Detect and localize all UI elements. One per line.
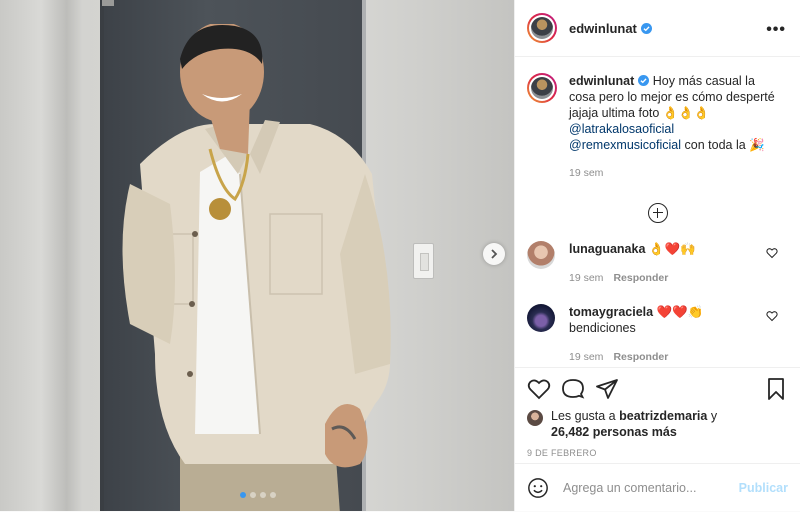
mention-link[interactable]: @latrakalosaoficial (569, 121, 775, 137)
photo-hinge (102, 0, 114, 6)
reply-button[interactable]: Responder (613, 351, 668, 363)
post-side-panel: edwinlunat ••• edwinlunat Hoy más casual… (514, 0, 800, 511)
mention-link[interactable]: @remexmusicoficial (569, 138, 681, 152)
likes-prefix: Les gusta a (551, 409, 616, 423)
comments-list: edwinlunat Hoy más casual la cosa pero l… (515, 57, 800, 367)
caption-avatar[interactable] (527, 73, 557, 103)
add-comment-bar: Agrega un comentario... Publicar (515, 463, 800, 512)
comment-input[interactable]: Agrega un comentario... (563, 481, 739, 495)
verified-icon (640, 22, 652, 34)
carousel-indicator (240, 492, 276, 498)
photo-person (122, 24, 391, 511)
load-more-comments[interactable] (527, 203, 788, 223)
comment-icon[interactable] (561, 377, 585, 401)
carousel-dot (270, 492, 276, 498)
likes-summary: Les gusta a beatrizdemaria y 26,482 pers… (515, 408, 800, 440)
carousel-dot (240, 492, 246, 498)
load-more-icon[interactable] (647, 203, 668, 223)
likes-count[interactable]: 26,482 personas más (551, 425, 677, 439)
share-icon[interactable] (595, 377, 619, 401)
bookmark-icon[interactable] (764, 377, 788, 401)
liker-avatar[interactable] (527, 410, 543, 426)
carousel-dot (250, 492, 256, 498)
like-comment-heart-icon[interactable] (766, 310, 778, 322)
author-avatar[interactable] (527, 13, 557, 43)
heart-icon[interactable] (527, 377, 551, 401)
caption-username[interactable]: edwinlunat (569, 74, 634, 88)
verified-icon (638, 75, 650, 86)
like-comment-heart-icon[interactable] (766, 247, 778, 259)
caption-text: edwinlunat Hoy más casual la cosa pero l… (569, 73, 775, 181)
emoji-icon[interactable] (527, 477, 549, 499)
commenter-username[interactable]: lunaguanaka (569, 242, 645, 256)
caption: edwinlunat Hoy más casual la cosa pero l… (527, 73, 788, 181)
commenter-username[interactable]: tomaygraciela (569, 305, 653, 319)
likes-conj: y (710, 409, 718, 423)
comment-item: lunaguanaka 👌❤️🙌 19 sem Responder (527, 241, 788, 286)
more-options-icon[interactable]: ••• (766, 21, 786, 39)
commenter-avatar[interactable] (527, 304, 555, 332)
photo-light-switch (413, 243, 434, 279)
commenter-avatar[interactable] (527, 241, 555, 269)
post-photo[interactable] (0, 0, 514, 511)
comment-time: 19 sem (569, 351, 604, 363)
comment-text: ❤️❤️👏 (656, 305, 704, 319)
author-username[interactable]: edwinlunat (569, 21, 652, 36)
comment-item: tomaygraciela ❤️❤️👏 bendiciones 19 sem Re… (527, 304, 788, 365)
carousel-dot (260, 492, 266, 498)
caption-tail: con toda la 🎉 (684, 138, 765, 152)
next-arrow-icon[interactable] (483, 243, 505, 265)
post-header: edwinlunat ••• (515, 0, 800, 57)
liker-username[interactable]: beatrizdemaria (619, 409, 707, 423)
action-icons (515, 368, 800, 400)
reply-button[interactable]: Responder (613, 272, 668, 284)
comment-time: 19 sem (569, 272, 604, 284)
publish-button[interactable]: Publicar (739, 481, 788, 495)
post-actions: Les gusta a beatrizdemaria y 26,482 pers… (515, 367, 800, 512)
post-date[interactable]: 9 DE FEBRERO (515, 448, 800, 458)
instagram-post: edwinlunat ••• edwinlunat Hoy más casual… (0, 0, 800, 511)
caption-time: 19 sem (569, 167, 604, 179)
comment-text-2: bendiciones (569, 321, 636, 335)
comment-text: 👌❤️🙌 (648, 242, 696, 256)
